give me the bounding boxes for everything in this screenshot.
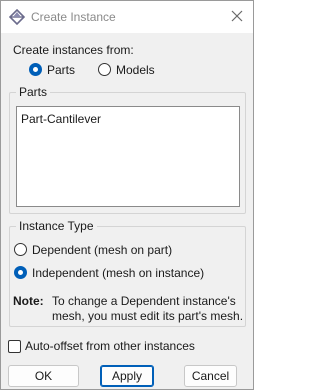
note-line-2: mesh, you must edit its part's mesh. xyxy=(52,309,244,323)
abaqus-app-icon xyxy=(8,8,26,26)
independent-radio[interactable] xyxy=(14,266,27,279)
independent-radio-label[interactable]: Independent (mesh on instance) xyxy=(32,266,204,280)
dependent-radio-label[interactable]: Dependent (mesh on part) xyxy=(32,243,172,257)
window-title: Create Instance xyxy=(31,10,116,24)
parts-radio-label[interactable]: Parts xyxy=(47,63,75,77)
apply-button[interactable]: Apply xyxy=(100,365,154,387)
auto-offset-label[interactable]: Auto-offset from other instances xyxy=(25,339,195,353)
instance-type-group-title: Instance Type xyxy=(16,219,97,233)
close-button[interactable] xyxy=(225,5,249,29)
parts-group-title: Parts xyxy=(16,85,51,99)
parts-radio[interactable] xyxy=(29,63,42,76)
auto-offset-checkbox[interactable] xyxy=(8,340,21,353)
models-radio-label[interactable]: Models xyxy=(116,63,155,77)
models-radio[interactable] xyxy=(98,63,111,76)
note-label: Note: xyxy=(13,294,44,308)
ok-button[interactable]: OK xyxy=(8,365,79,387)
note-line-1: To change a Dependent instance's xyxy=(52,294,236,308)
list-item[interactable]: Part-Cantilever xyxy=(21,112,101,126)
cancel-button[interactable]: Cancel xyxy=(184,365,237,387)
create-from-label: Create instances from: xyxy=(13,43,134,57)
close-icon xyxy=(231,10,243,25)
parts-list[interactable]: Part-Cantilever xyxy=(16,106,240,207)
dependent-radio[interactable] xyxy=(14,243,27,256)
title-bar[interactable]: Create Instance xyxy=(1,1,253,33)
create-instance-dialog: Create Instance Create instances from: P… xyxy=(0,0,254,390)
